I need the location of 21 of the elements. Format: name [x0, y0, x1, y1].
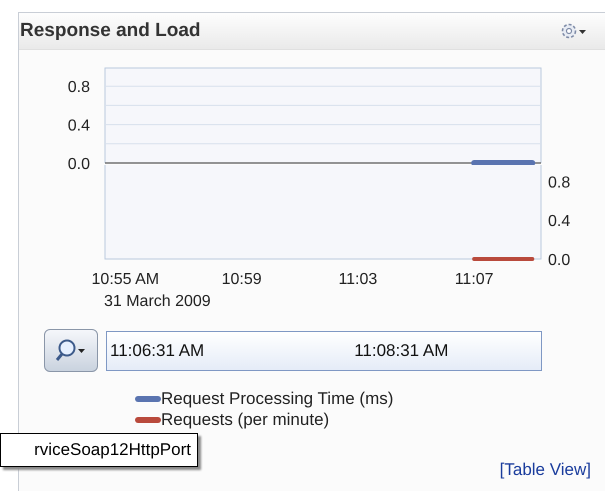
axis-tick-label: 0.4 — [548, 213, 570, 230]
legend-label: Request Processing Time (ms) — [161, 388, 394, 408]
tooltip: rviceSoap12HttpPort — [0, 433, 198, 467]
axis-tick-label: 0.8 — [548, 174, 570, 192]
zoom-button[interactable] — [44, 329, 98, 372]
date-label: 31 March 2009 — [104, 293, 211, 310]
axis-tick-label: 11:03 — [338, 271, 378, 288]
legend-label: Requests (per minute) — [161, 410, 330, 430]
time-range-field[interactable]: 11:06:31 AM 11:08:31 AM — [106, 330, 542, 370]
table-view-link[interactable]: [Table View] — [500, 460, 591, 479]
axis-tick-label: 0.0 — [548, 252, 570, 269]
axis-tick-label: 10:55 AM — [92, 271, 160, 288]
axis-tick-label: 0.0 — [68, 156, 90, 173]
axis-tick-label: 10:59 — [222, 271, 262, 288]
panel-title: Response and Load — [19, 20, 201, 42]
range-start: 11:06:31 AM — [110, 340, 204, 360]
axis-tick-label: 11:07 — [454, 271, 494, 288]
range-end: 11:08:31 AM — [354, 340, 448, 360]
magnifier-icon — [55, 338, 87, 364]
axis-tick-label: 0.4 — [68, 118, 90, 135]
axis-tick-label: 0.8 — [68, 79, 90, 96]
